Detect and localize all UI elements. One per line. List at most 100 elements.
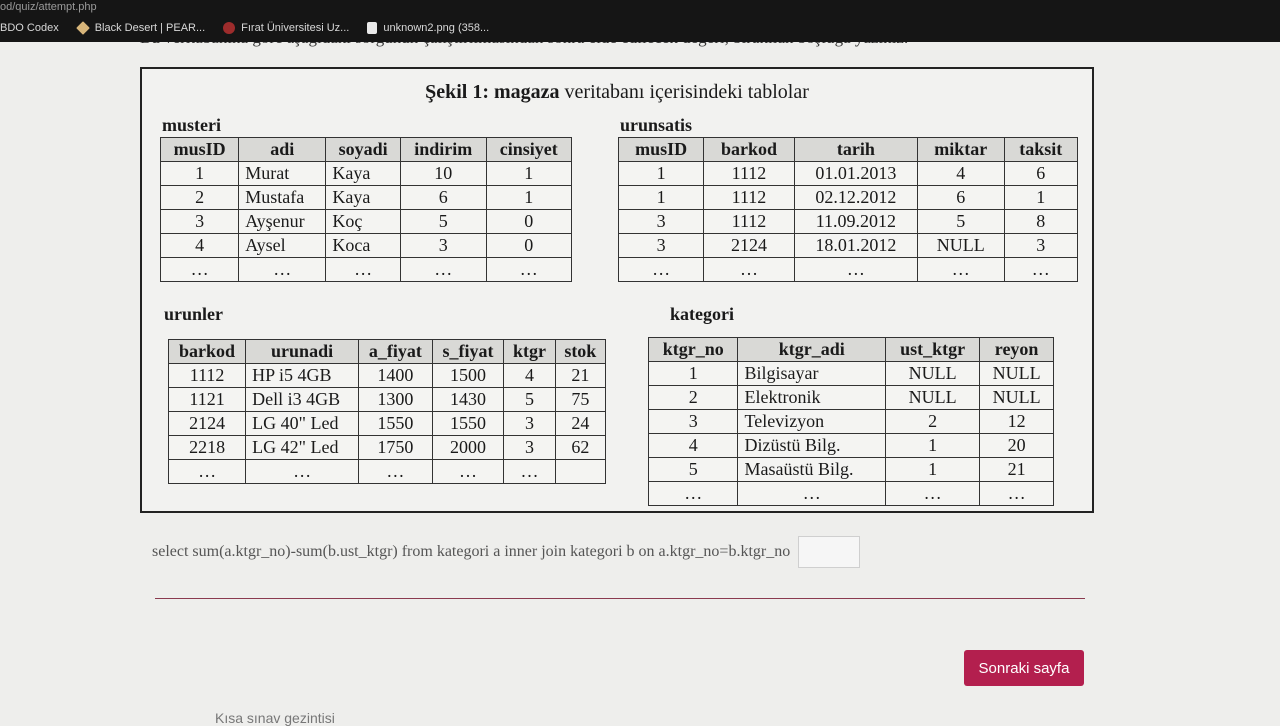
- table-kategori: ktgr_no ktgr_adi ust_ktgr reyon 1 Bilgisayar N…: [647, 337, 1054, 506]
- bookmark-firat-universitesi[interactable]: Fırat Üniversitesi Uz...: [223, 22, 349, 34]
- table-row: ……………: [159, 257, 572, 282]
- table-cell: 1750: [358, 435, 433, 460]
- table-cell: 1112: [703, 185, 795, 210]
- table-cell: …: [400, 257, 487, 282]
- table-cell: …: [485, 257, 572, 282]
- table-row: ……………: [617, 257, 1079, 282]
- table-cell: 3: [400, 233, 487, 258]
- column-header: ust_ktgr: [884, 337, 981, 362]
- table-row: 3 1112 11.09.2012 5 8: [617, 209, 1079, 234]
- next-page-button[interactable]: Sonraki sayfa: [964, 650, 1084, 686]
- table-cell: 02.12.2012: [793, 185, 918, 210]
- column-header: adi: [238, 137, 327, 162]
- table-cell: 3: [617, 209, 705, 234]
- table-cell: Dell i3 4GB: [245, 387, 359, 412]
- table-cell: …: [167, 459, 247, 484]
- table-cell: …: [245, 459, 359, 484]
- table-cell: Mustafa: [238, 185, 327, 210]
- table-cell: LG 42" Led: [245, 435, 359, 460]
- table-cell: 1550: [358, 411, 433, 436]
- table-label-urunler: urunler: [164, 304, 224, 324]
- table-cell: 6: [916, 185, 1005, 210]
- table-cell: 8: [1003, 209, 1079, 234]
- column-header: barkod: [703, 137, 795, 162]
- table-cell: HP i5 4GB: [245, 363, 359, 388]
- column-header: musID: [159, 137, 240, 162]
- figure-title-rest: veritabanı içerisindeki tablolar: [559, 81, 809, 103]
- table-cell: …: [703, 257, 795, 282]
- table-cell: 3: [617, 233, 705, 258]
- table-cell: …: [358, 459, 433, 484]
- column-header: ktgr_no: [647, 337, 739, 362]
- table-cell: …: [884, 481, 981, 506]
- table-cell: …: [617, 257, 705, 282]
- table-cell: 1300: [358, 387, 433, 412]
- table-cell: [554, 459, 607, 484]
- table-cell: 5: [503, 387, 556, 412]
- table-cell: 5: [647, 457, 739, 482]
- bookmark-label: Black Desert | PEAR...: [94, 22, 206, 34]
- table-cell: 1: [485, 161, 572, 186]
- column-header: s_fiyat: [431, 339, 505, 364]
- table-cell: 20: [979, 433, 1054, 458]
- query-row: select sum(a.ktgr_no)-sum(b.ust_ktgr) fr…: [152, 536, 861, 568]
- table-header-row: musID adi soyadi indirim cinsiyet: [159, 137, 572, 162]
- table-cell: 21: [554, 363, 607, 388]
- file-icon: [367, 22, 378, 34]
- table-cell: Bilgisayar: [737, 361, 886, 386]
- table-cell: 4: [647, 433, 739, 458]
- table-cell: 11.09.2012: [793, 209, 918, 234]
- table-cell: …: [1003, 257, 1079, 282]
- table-cell: 1550: [431, 411, 505, 436]
- table-cell: 1112: [703, 209, 795, 234]
- table-row: 1121 Dell i3 4GB 1300 1430 5 75: [167, 387, 607, 412]
- column-header: reyon: [979, 337, 1054, 362]
- table-cell: 5: [916, 209, 1005, 234]
- table-cell: 6: [1003, 161, 1079, 186]
- table-cell: 10: [400, 161, 487, 186]
- table-cell: 1: [485, 185, 572, 210]
- table-cell: 24: [554, 411, 607, 436]
- table-musteri: musID adi soyadi indirim cinsiyet 1 Murat Kaya 1…: [159, 137, 572, 282]
- bookmarks-bar: BDO Codex Black Desert | PEAR... Fırat Ü…: [0, 18, 507, 38]
- table-cell: 3: [159, 209, 240, 234]
- table-cell: 3: [503, 435, 556, 460]
- table-row: 5 Masaüstü Bilg. 1 21: [647, 457, 1054, 482]
- table-row: …………: [647, 481, 1054, 506]
- bookmark-black-desert[interactable]: Black Desert | PEAR...: [75, 21, 206, 35]
- column-header: stok: [554, 339, 607, 364]
- table-cell: …: [159, 257, 240, 282]
- table-cell: Dizüstü Bilg.: [737, 433, 886, 458]
- table-cell: 1: [647, 361, 739, 386]
- address-bar-url[interactable]: od/quiz/attempt.php: [0, 0, 97, 14]
- table-cell: NULL: [979, 385, 1054, 410]
- table-cell: …: [979, 481, 1054, 506]
- table-cell: NULL: [916, 233, 1005, 258]
- database-figure: Şekil 1: magaza veritabanı içerisindeki …: [140, 67, 1094, 513]
- table-cell: Kaya: [325, 161, 402, 186]
- table-cell: …: [325, 257, 402, 282]
- table-cell: 4: [159, 233, 240, 258]
- table-cell: Koç: [325, 209, 402, 234]
- column-header: miktar: [916, 137, 1005, 162]
- table-label-urunsatis: urunsatis: [620, 115, 693, 135]
- table-cell: 1112: [167, 363, 247, 388]
- sql-query-text: select sum(a.ktgr_no)-sum(b.ust_ktgr) fr…: [152, 543, 791, 560]
- table-cell: …: [238, 257, 327, 282]
- table-cell: 2124: [703, 233, 795, 258]
- table-urunsatis: musID barkod tarih miktar taksit 1 1112 01.01.2…: [617, 137, 1079, 282]
- column-header: soyadi: [325, 137, 402, 162]
- table-cell: 0: [485, 233, 572, 258]
- table-cell: 2: [647, 385, 739, 410]
- bookmark-bdo-codex[interactable]: BDO Codex: [0, 22, 59, 34]
- answer-input[interactable]: [798, 536, 861, 568]
- table-cell: 6: [400, 185, 487, 210]
- column-header: barkod: [167, 339, 247, 364]
- bookmark-unknown2-png[interactable]: unknown2.png (358...: [367, 22, 489, 34]
- table-cell: 1112: [703, 161, 795, 186]
- bookmark-label: unknown2.png (358...: [383, 22, 490, 34]
- table-cell: 75: [554, 387, 607, 412]
- table-cell: …: [737, 481, 886, 506]
- table-cell: 62: [554, 435, 607, 460]
- figure-title: Şekil 1: magaza veritabanı içerisindeki …: [142, 81, 1092, 104]
